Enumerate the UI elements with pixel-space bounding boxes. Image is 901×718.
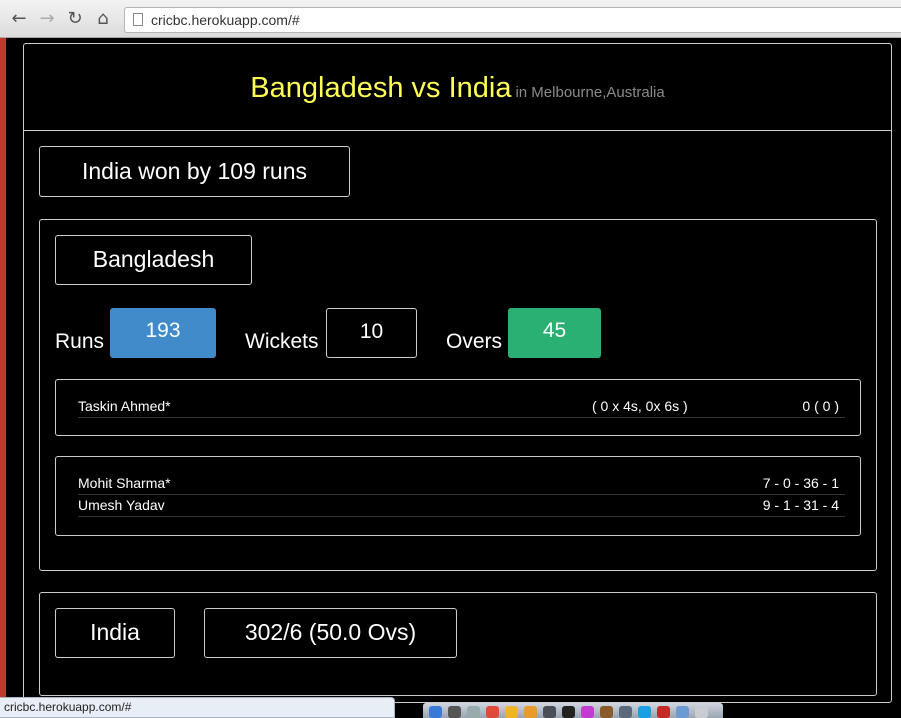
address-url[interactable]: cricbc.herokuapp.com/#: [151, 12, 300, 28]
skype-icon[interactable]: [638, 706, 651, 718]
match-container: Bangladesh vs India in Melbourne,Australi…: [23, 43, 892, 703]
app-icon[interactable]: [600, 706, 613, 718]
overs-value: 45: [508, 308, 601, 358]
batsman-boundaries: ( 0 x 4s, 0x 6s ): [592, 398, 688, 414]
app-icon[interactable]: [657, 706, 670, 718]
table-row: Taskin Ahmed* ( 0 x 4s, 0x 6s ) 0 ( 0 ): [78, 395, 845, 418]
bowler-name: Mohit Sharma*: [78, 475, 171, 491]
app-icon[interactable]: [676, 706, 689, 718]
wickets-label: Wickets: [245, 330, 319, 353]
address-bar[interactable]: cricbc.herokuapp.com/#: [124, 7, 901, 33]
finder-icon[interactable]: [429, 706, 442, 718]
dashboard-icon[interactable]: [448, 706, 461, 718]
browser-toolbar: ← → ↻ ⌂ cricbc.herokuapp.com/#: [0, 0, 901, 38]
terminal-icon[interactable]: [562, 706, 575, 718]
wickets-value: 10: [326, 308, 417, 358]
chrome-icon[interactable]: [486, 706, 499, 718]
batsman-score: 0 ( 0 ): [802, 398, 839, 414]
runs-value: 193: [110, 308, 216, 358]
overs-label: Overs: [446, 330, 503, 353]
status-bar-url: cricbc.herokuapp.com/#: [0, 697, 395, 718]
rocket-icon[interactable]: [467, 706, 480, 718]
innings-panel-1: Bangladesh Runs 193 Wickets 10 Overs 45 …: [39, 219, 877, 571]
innings-panel-2: India 302/6 (50.0 Ovs): [39, 592, 877, 696]
bowler-name: Umesh Yadav: [78, 497, 165, 513]
forward-arrow-icon[interactable]: →: [36, 8, 58, 30]
os-dock: [423, 703, 723, 718]
trash-icon[interactable]: [695, 706, 708, 718]
innings-score: 302/6 (50.0 Ovs): [204, 608, 457, 658]
app-icon[interactable]: [619, 706, 632, 718]
bowlers-table: Mohit Sharma* 7 - 0 - 36 - 1 Umesh Yadav…: [55, 456, 861, 536]
reload-icon[interactable]: ↻: [64, 8, 86, 30]
bowler-figures: 7 - 0 - 36 - 1: [762, 475, 839, 491]
table-row: Mohit Sharma* 7 - 0 - 36 - 1: [78, 472, 845, 495]
match-title: Bangladesh vs India: [250, 72, 512, 104]
window-edge: [0, 38, 6, 718]
runs-label: Runs: [55, 330, 105, 353]
page-icon: [133, 13, 143, 26]
batsman-name: Taskin Ahmed*: [78, 398, 171, 414]
back-arrow-icon[interactable]: ←: [8, 8, 30, 30]
page-title: Bangladesh vs India in Melbourne,Australi…: [24, 72, 891, 105]
batsmen-table: Taskin Ahmed* ( 0 x 4s, 0x 6s ) 0 ( 0 ): [55, 379, 861, 436]
table-row: Umesh Yadav 9 - 1 - 31 - 4: [78, 494, 845, 517]
home-icon[interactable]: ⌂: [92, 8, 114, 30]
match-result: India won by 109 runs: [39, 146, 350, 197]
innings-team-name: Bangladesh: [55, 235, 252, 285]
app-icon[interactable]: [505, 706, 518, 718]
bowler-figures: 9 - 1 - 31 - 4: [762, 497, 839, 513]
innings-team-name: India: [55, 608, 175, 658]
app-icon[interactable]: [524, 706, 537, 718]
app-icon[interactable]: [543, 706, 556, 718]
match-header: Bangladesh vs India in Melbourne,Australi…: [24, 44, 891, 131]
app-icon[interactable]: [581, 706, 594, 718]
match-venue: in Melbourne,Australia: [515, 84, 665, 101]
